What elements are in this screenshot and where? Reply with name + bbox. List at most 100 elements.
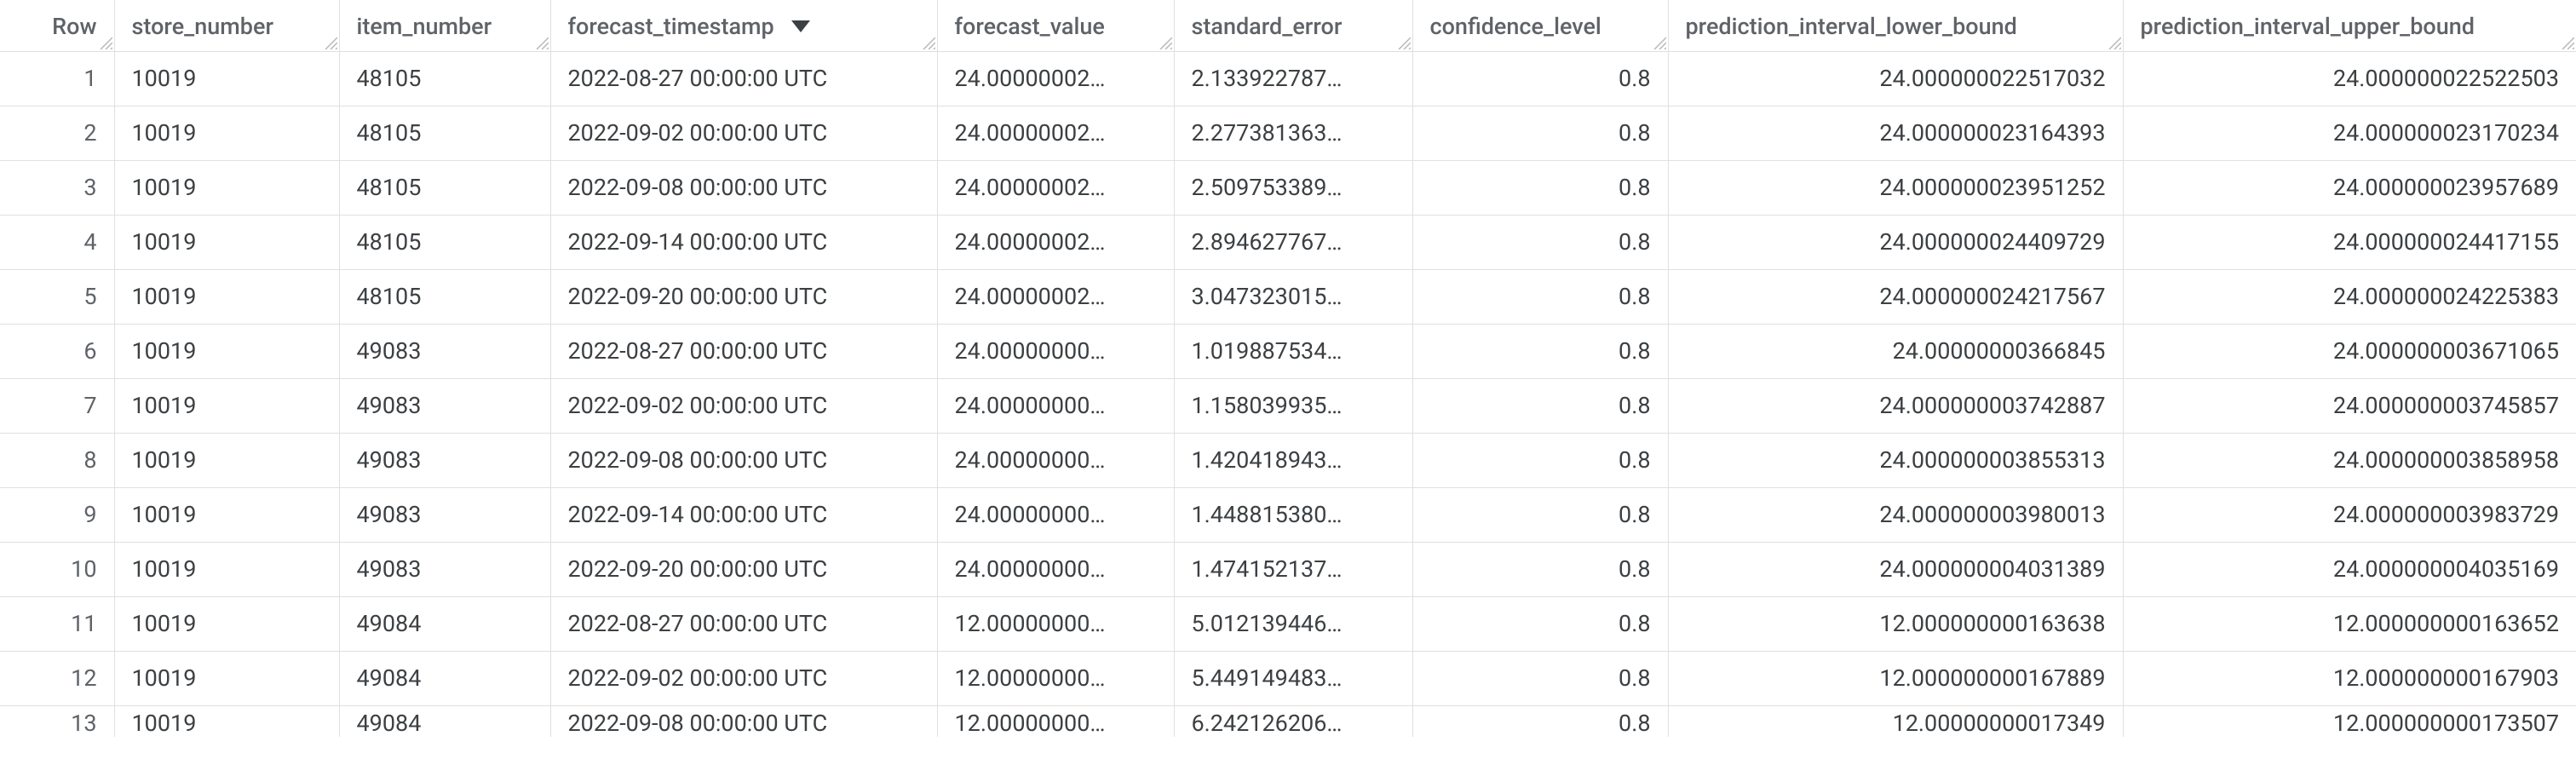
- lower-bound-cell: 12.000000000163638: [1668, 596, 2123, 651]
- upper-bound-cell: 24.000000023170234: [2123, 106, 2576, 160]
- forecast-value-cell: 24.00000002…: [937, 215, 1174, 269]
- table-row: 1310019490842022-09-08 00:00:00 UTC12.00…: [0, 705, 2576, 737]
- confidence-level-cell: 0.8: [1412, 596, 1668, 651]
- resize-handle-icon[interactable]: [1157, 34, 1172, 49]
- item-number-cell: 48105: [339, 51, 550, 106]
- confidence-level-cell: 0.8: [1412, 160, 1668, 215]
- item-number-cell: 49083: [339, 433, 550, 487]
- row-number-cell: 10: [0, 542, 114, 596]
- forecast-value-cell: 24.00000000…: [937, 433, 1174, 487]
- upper-bound-cell: 24.000000004035169: [2123, 542, 2576, 596]
- lower-bound-cell: 24.000000023951252: [1668, 160, 2123, 215]
- column-header-store-number[interactable]: store_number: [114, 0, 339, 51]
- resize-handle-icon[interactable]: [1651, 34, 1666, 49]
- lower-bound-cell: 24.000000023164393: [1668, 106, 2123, 160]
- row-number-cell: 11: [0, 596, 114, 651]
- forecast-value-cell: 24.00000000…: [937, 487, 1174, 542]
- upper-bound-cell: 24.000000024225383: [2123, 269, 2576, 324]
- item-number-cell: 49084: [339, 651, 550, 705]
- lower-bound-cell: 24.00000000366845: [1668, 324, 2123, 378]
- store-number-cell: 10019: [114, 51, 339, 106]
- lower-bound-cell: 24.000000003980013: [1668, 487, 2123, 542]
- store-number-cell: 10019: [114, 378, 339, 433]
- upper-bound-cell: 24.000000022522503: [2123, 51, 2576, 106]
- upper-bound-cell: 12.000000000163652: [2123, 596, 2576, 651]
- column-header-label: forecast_value: [955, 13, 1105, 40]
- standard-error-cell: 2.133922787…: [1174, 51, 1412, 106]
- table-row: 210019481052022-09-02 00:00:00 UTC24.000…: [0, 106, 2576, 160]
- forecast-timestamp-cell: 2022-09-08 00:00:00 UTC: [550, 433, 937, 487]
- resize-handle-icon[interactable]: [322, 34, 337, 49]
- forecast-value-cell: 24.00000002…: [937, 106, 1174, 160]
- forecast-value-cell: 12.00000000…: [937, 651, 1174, 705]
- resize-handle-icon[interactable]: [533, 34, 549, 49]
- table-header-row: Row store_number item_number: [0, 0, 2576, 51]
- row-number-cell: 7: [0, 378, 114, 433]
- row-number-cell: 5: [0, 269, 114, 324]
- confidence-level-cell: 0.8: [1412, 705, 1668, 737]
- standard-error-cell: 3.047323015…: [1174, 269, 1412, 324]
- table-row: 410019481052022-09-14 00:00:00 UTC24.000…: [0, 215, 2576, 269]
- store-number-cell: 10019: [114, 651, 339, 705]
- standard-error-cell: 1.448815380…: [1174, 487, 1412, 542]
- upper-bound-cell: 24.000000003858958: [2123, 433, 2576, 487]
- forecast-value-cell: 24.00000002…: [937, 160, 1174, 215]
- upper-bound-cell: 12.000000000167903: [2123, 651, 2576, 705]
- column-header-row[interactable]: Row: [0, 0, 114, 51]
- item-number-cell: 49083: [339, 542, 550, 596]
- store-number-cell: 10019: [114, 433, 339, 487]
- standard-error-cell: 1.474152137…: [1174, 542, 1412, 596]
- column-header-label: confidence_level: [1430, 13, 1601, 40]
- sort-descending-icon[interactable]: [791, 20, 810, 32]
- confidence-level-cell: 0.8: [1412, 215, 1668, 269]
- store-number-cell: 10019: [114, 596, 339, 651]
- forecast-timestamp-cell: 2022-08-27 00:00:00 UTC: [550, 596, 937, 651]
- upper-bound-cell: 24.000000003671065: [2123, 324, 2576, 378]
- table-row: 1010019490832022-09-20 00:00:00 UTC24.00…: [0, 542, 2576, 596]
- lower-bound-cell: 24.000000024409729: [1668, 215, 2123, 269]
- store-number-cell: 10019: [114, 705, 339, 737]
- column-header-forecast-timestamp[interactable]: forecast_timestamp: [550, 0, 937, 51]
- standard-error-cell: 1.019887534…: [1174, 324, 1412, 378]
- table-row: 710019490832022-09-02 00:00:00 UTC24.000…: [0, 378, 2576, 433]
- item-number-cell: 49083: [339, 324, 550, 378]
- column-header-label: store_number: [132, 13, 274, 40]
- confidence-level-cell: 0.8: [1412, 542, 1668, 596]
- forecast-timestamp-cell: 2022-09-14 00:00:00 UTC: [550, 215, 937, 269]
- row-number-cell: 4: [0, 215, 114, 269]
- forecast-timestamp-cell: 2022-08-27 00:00:00 UTC: [550, 51, 937, 106]
- confidence-level-cell: 0.8: [1412, 106, 1668, 160]
- confidence-level-cell: 0.8: [1412, 324, 1668, 378]
- table-row: 510019481052022-09-20 00:00:00 UTC24.000…: [0, 269, 2576, 324]
- table-body: 110019481052022-08-27 00:00:00 UTC24.000…: [0, 51, 2576, 737]
- forecast-value-cell: 12.00000000…: [937, 705, 1174, 737]
- column-header-standard-error[interactable]: standard_error: [1174, 0, 1412, 51]
- row-number-cell: 6: [0, 324, 114, 378]
- store-number-cell: 10019: [114, 269, 339, 324]
- table-row: 110019481052022-08-27 00:00:00 UTC24.000…: [0, 51, 2576, 106]
- resize-handle-icon[interactable]: [920, 34, 935, 49]
- resize-handle-icon[interactable]: [1395, 34, 1411, 49]
- forecast-timestamp-cell: 2022-09-02 00:00:00 UTC: [550, 651, 937, 705]
- forecast-timestamp-cell: 2022-09-14 00:00:00 UTC: [550, 487, 937, 542]
- lower-bound-cell: 24.000000022517032: [1668, 51, 2123, 106]
- lower-bound-cell: 24.000000003742887: [1668, 378, 2123, 433]
- resize-handle-icon[interactable]: [2106, 34, 2121, 49]
- column-header-label: item_number: [357, 13, 492, 40]
- table-row: 310019481052022-09-08 00:00:00 UTC24.000…: [0, 160, 2576, 215]
- forecast-timestamp-cell: 2022-09-02 00:00:00 UTC: [550, 378, 937, 433]
- lower-bound-cell: 24.000000024217567: [1668, 269, 2123, 324]
- lower-bound-cell: 24.000000004031389: [1668, 542, 2123, 596]
- column-header-confidence-level[interactable]: confidence_level: [1412, 0, 1668, 51]
- data-table-container: Row store_number item_number: [0, 0, 2576, 737]
- upper-bound-cell: 12.000000000173507: [2123, 705, 2576, 737]
- column-header-prediction-upper[interactable]: prediction_interval_upper_bound: [2123, 0, 2576, 51]
- lower-bound-cell: 24.000000003855313: [1668, 433, 2123, 487]
- resize-handle-icon[interactable]: [2559, 34, 2574, 49]
- lower-bound-cell: 12.000000000167889: [1668, 651, 2123, 705]
- column-header-prediction-lower[interactable]: prediction_interval_lower_bound: [1668, 0, 2123, 51]
- column-header-item-number[interactable]: item_number: [339, 0, 550, 51]
- resize-handle-icon[interactable]: [97, 34, 112, 49]
- store-number-cell: 10019: [114, 160, 339, 215]
- column-header-forecast-value[interactable]: forecast_value: [937, 0, 1174, 51]
